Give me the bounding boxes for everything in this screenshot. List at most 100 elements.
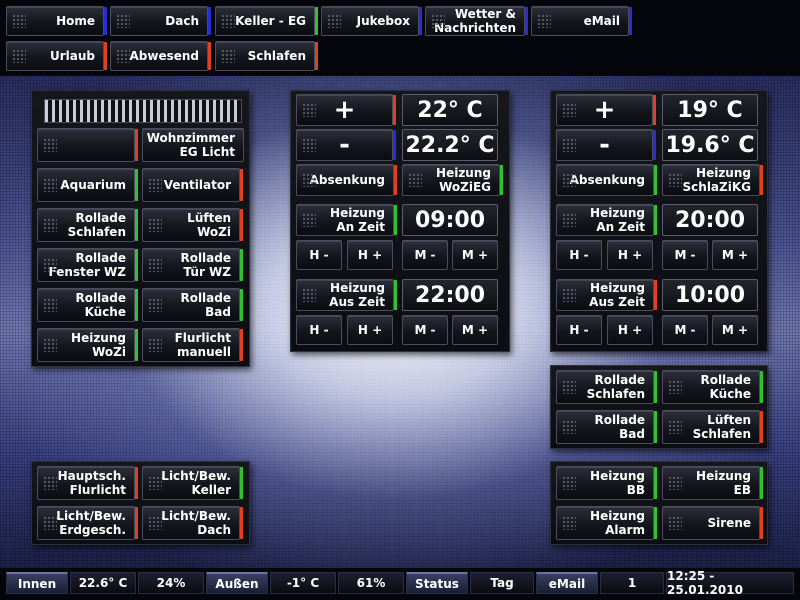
grip-icon bbox=[302, 213, 316, 227]
wohnzimmer-light-label: Wohnzimmer EG Licht bbox=[142, 128, 244, 162]
an-hour-plus-button[interactable]: H + bbox=[347, 240, 393, 270]
lueften-schlafen-button[interactable]: Lüften Schlafen bbox=[662, 410, 763, 444]
aquarium-button[interactable]: Aquarium bbox=[37, 168, 138, 202]
nav-dach-button[interactable]: Dach bbox=[110, 6, 211, 36]
an-hour-minus-button[interactable]: H - bbox=[556, 240, 602, 270]
aus-hour-plus-button[interactable]: H + bbox=[607, 315, 653, 345]
rollade-schlafen-button[interactable]: Rollade Schlafen bbox=[556, 370, 657, 404]
setpoint-plus-button[interactable]: + bbox=[556, 94, 656, 126]
setpoint-display: 19° C bbox=[662, 94, 758, 126]
nav-keller-button[interactable]: Keller - EG bbox=[215, 6, 318, 36]
dimmer-slider[interactable] bbox=[44, 99, 242, 123]
wohnzimmer-light-toggle[interactable] bbox=[37, 128, 138, 162]
aus-hour-plus-button[interactable]: H + bbox=[347, 315, 393, 345]
grip-icon bbox=[668, 380, 682, 394]
an-minute-minus-button[interactable]: M - bbox=[402, 240, 448, 270]
rollade-bad-button[interactable]: Rollade Bad bbox=[556, 410, 657, 444]
status-bar bbox=[394, 205, 397, 235]
setpoint-plus-button[interactable]: + bbox=[296, 94, 396, 126]
aus-hour-minus-button[interactable]: H - bbox=[556, 315, 602, 345]
heizung-alarm-button[interactable]: Heizung Alarm bbox=[556, 506, 657, 540]
flurlicht-button[interactable]: Flurlicht manuell bbox=[142, 328, 243, 362]
status-bar bbox=[500, 165, 503, 195]
grip-icon bbox=[302, 138, 316, 152]
absenkung-button[interactable]: Absenkung bbox=[296, 164, 397, 196]
an-minute-plus-button[interactable]: M + bbox=[452, 240, 498, 270]
status-bar bbox=[240, 289, 243, 321]
grip-icon bbox=[562, 380, 576, 394]
grip-icon bbox=[562, 138, 576, 152]
aussen-tab[interactable]: Außen bbox=[206, 572, 268, 594]
an-zeit-display: 09:00 bbox=[402, 204, 498, 236]
nav-schlafen-button[interactable]: Schlafen bbox=[215, 41, 318, 71]
status-bar bbox=[240, 209, 243, 241]
sirene-button[interactable]: Sirene bbox=[662, 506, 763, 540]
grip-icon bbox=[43, 178, 57, 192]
an-minute-plus-button[interactable]: M + bbox=[712, 240, 758, 270]
nav-urlaub-button[interactable]: Urlaub bbox=[6, 41, 107, 71]
status-bar bbox=[654, 205, 657, 235]
status-bar bbox=[654, 371, 657, 403]
aus-zeit-label: Heizung Aus Zeit bbox=[556, 279, 657, 311]
grip-icon bbox=[116, 14, 130, 28]
grip-icon bbox=[221, 14, 235, 28]
rollade-tuer-button[interactable]: Rollade Tür WZ bbox=[142, 248, 243, 282]
nav-email-button[interactable]: eMail bbox=[531, 6, 632, 36]
heizung-bb-button[interactable]: Heizung BB bbox=[556, 466, 657, 500]
aus-minute-plus-button[interactable]: M + bbox=[452, 315, 498, 345]
status-bar bbox=[135, 329, 138, 361]
aus-hour-minus-button[interactable]: H - bbox=[296, 315, 342, 345]
an-hour-minus-button[interactable]: H - bbox=[296, 240, 342, 270]
hauptsch-flurlicht-button[interactable]: Hauptsch. Flurlicht bbox=[37, 466, 138, 500]
grip-icon bbox=[43, 138, 57, 152]
rollade-kueche-button[interactable]: Rollade Küche bbox=[662, 370, 763, 404]
innen-humidity: 24% bbox=[138, 572, 204, 594]
status-bar bbox=[760, 371, 763, 403]
grip-icon bbox=[12, 49, 26, 63]
heizung-wozi-button[interactable]: Heizung WoZi bbox=[37, 328, 138, 362]
rollade-kueche-button[interactable]: Rollade Küche bbox=[37, 288, 138, 322]
licht-keller-button[interactable]: Licht/Bew. Keller bbox=[142, 466, 243, 500]
status-bar bbox=[760, 507, 763, 539]
an-hour-plus-button[interactable]: H + bbox=[607, 240, 653, 270]
status-bar bbox=[135, 467, 138, 499]
aus-minute-plus-button[interactable]: M + bbox=[712, 315, 758, 345]
aus-zeit-display: 22:00 bbox=[402, 279, 498, 311]
rollade-fenster-button[interactable]: Rollade Fenster WZ bbox=[37, 248, 138, 282]
setpoint-minus-button[interactable]: - bbox=[556, 129, 656, 161]
innen-temperature: 22.6° C bbox=[70, 572, 136, 594]
aus-zeit-label: Heizung Aus Zeit bbox=[296, 279, 397, 311]
email-tab[interactable]: eMail bbox=[536, 572, 598, 594]
status-bar bbox=[760, 411, 763, 443]
absenkung-button[interactable]: Absenkung bbox=[556, 164, 657, 196]
rollade-schlafen-button[interactable]: Rollade Schlafen bbox=[37, 208, 138, 242]
nav-wetter-button[interactable]: Wetter & Nachrichten bbox=[425, 6, 528, 36]
datetime-display: 12:25 - 25.01.2010 bbox=[666, 569, 794, 597]
grip-icon bbox=[562, 476, 576, 490]
ventilator-button[interactable]: Ventilator bbox=[142, 168, 243, 202]
an-minute-minus-button[interactable]: M - bbox=[662, 240, 708, 270]
status-bar bbox=[135, 289, 138, 321]
nav-jukebox-button[interactable]: Jukebox bbox=[321, 6, 422, 36]
heizung-eb-button[interactable]: Heizung EB bbox=[662, 466, 763, 500]
grip-icon bbox=[116, 49, 130, 63]
licht-dach-button[interactable]: Licht/Bew. Dach bbox=[142, 506, 243, 540]
nav-home-button[interactable]: Home bbox=[6, 6, 107, 36]
heizung-schlazikg-button[interactable]: Heizung SchlaZiKG bbox=[662, 164, 763, 196]
licht-erdgesch-button[interactable]: Licht/Bew. Erdgesch. bbox=[37, 506, 138, 540]
grip-icon bbox=[148, 476, 162, 490]
innen-tab[interactable]: Innen bbox=[6, 572, 68, 594]
rollade-bad-button[interactable]: Rollade Bad bbox=[142, 288, 243, 322]
heizung-wozieg-button[interactable]: Heizung WoZiEG bbox=[402, 164, 503, 196]
aus-minute-minus-button[interactable]: M - bbox=[662, 315, 708, 345]
status-bar bbox=[629, 7, 632, 35]
grip-icon bbox=[12, 14, 26, 28]
status-bar bbox=[135, 209, 138, 241]
status-tab[interactable]: Status bbox=[406, 572, 468, 594]
status-bar bbox=[240, 169, 243, 201]
setpoint-minus-button[interactable]: - bbox=[296, 129, 396, 161]
status-bar bbox=[135, 169, 138, 201]
lueften-wozi-button[interactable]: Lüften WoZi bbox=[142, 208, 243, 242]
aus-minute-minus-button[interactable]: M - bbox=[402, 315, 448, 345]
nav-abwesend-button[interactable]: Abwesend bbox=[110, 41, 211, 71]
